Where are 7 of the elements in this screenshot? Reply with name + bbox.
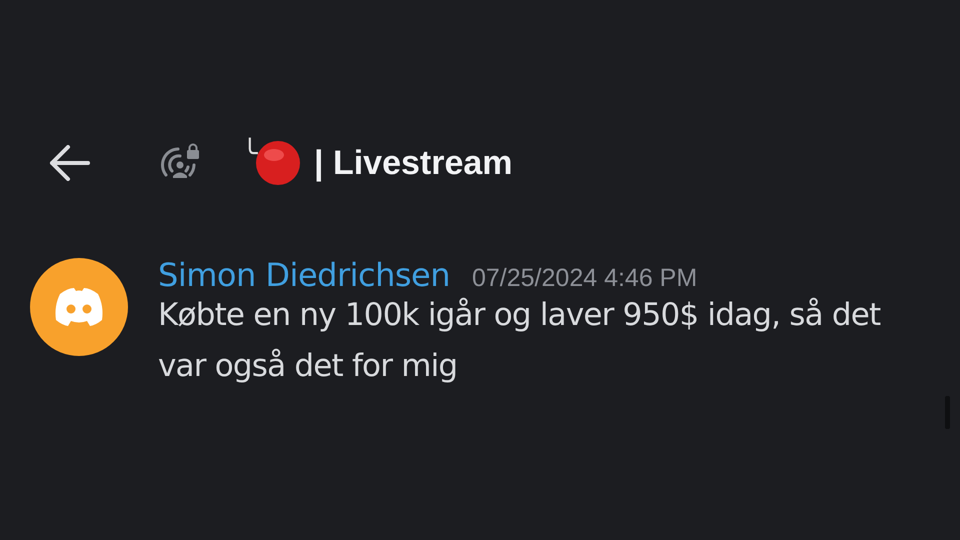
avatar[interactable]: [30, 258, 128, 356]
back-button[interactable]: [48, 145, 90, 181]
channel-prefix: ╰: [242, 138, 258, 168]
channel-name: | Livestream: [314, 144, 513, 182]
message-text: Købte en ny 100k igår og laver 950$ idag, så det var også det for mig: [158, 296, 882, 386]
author-name[interactable]: Simon Diedrichsen: [158, 256, 450, 294]
timestamp: 07/25/2024 4:46 PM: [472, 264, 698, 293]
